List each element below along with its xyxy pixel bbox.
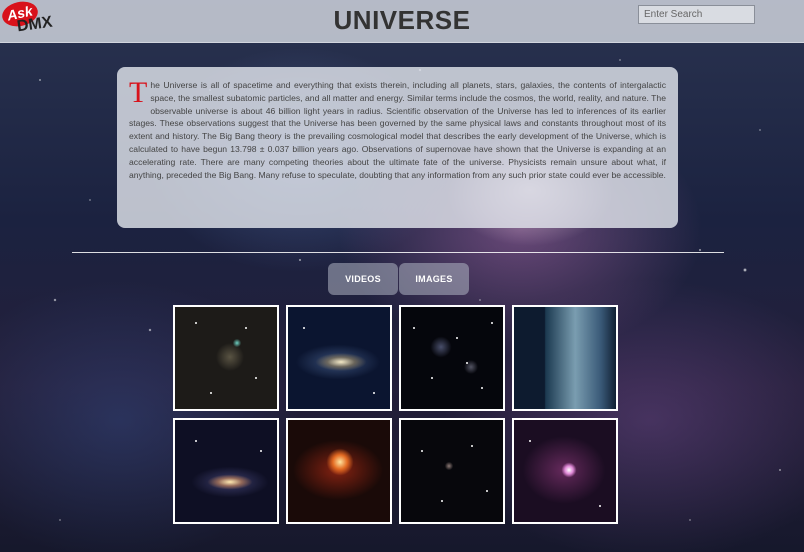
gallery-thumb-starfield[interactable] [399, 305, 505, 411]
gallery-thumb-galaxy[interactable] [173, 418, 279, 524]
gallery-thumb-star-cluster[interactable] [173, 305, 279, 411]
gallery-thumb-pink-nebula[interactable] [512, 418, 618, 524]
divider [72, 252, 724, 253]
gallery-thumb-planets-nebula[interactable] [286, 418, 392, 524]
tab-videos[interactable]: VIDEOS [328, 263, 398, 295]
tab-images[interactable]: IMAGES [399, 263, 469, 295]
gallery-thumb-spiral-galaxy[interactable] [286, 305, 392, 411]
drop-cap: T [129, 76, 148, 109]
gallery-thumb-expansion-diagram[interactable] [512, 305, 618, 411]
top-bar: Ask DMX UNIVERSE [0, 0, 804, 43]
intro-text: he Universe is all of spacetime and ever… [129, 80, 666, 180]
search-input[interactable] [638, 5, 755, 24]
gallery-thumb-deep-space[interactable] [399, 418, 505, 524]
intro-panel: The Universe is all of spacetime and eve… [117, 67, 678, 228]
